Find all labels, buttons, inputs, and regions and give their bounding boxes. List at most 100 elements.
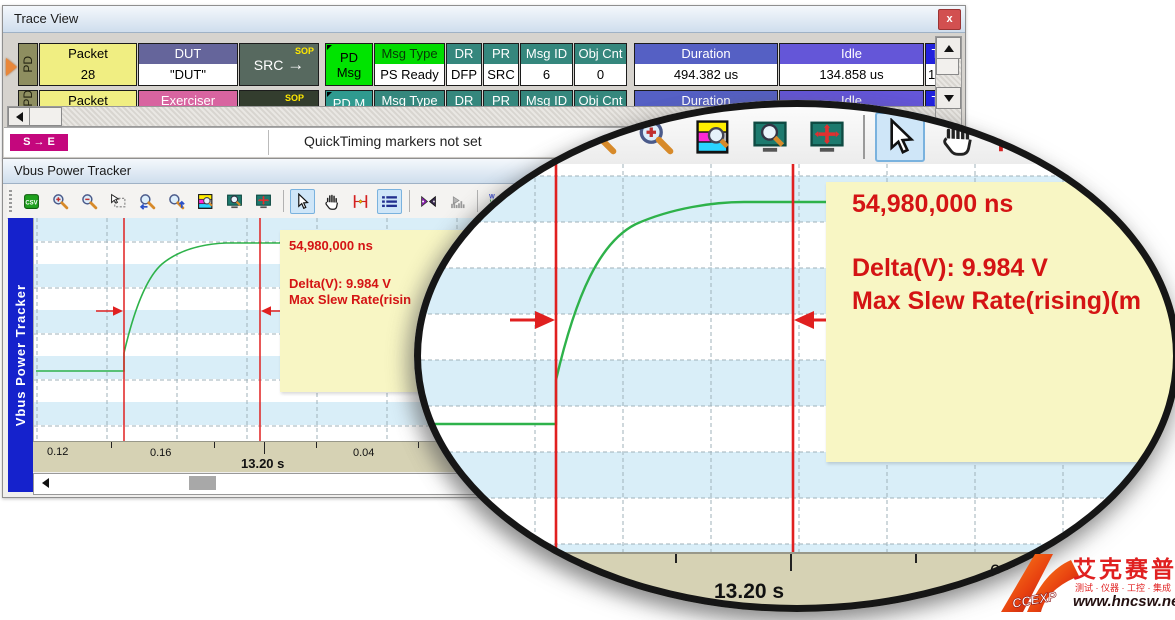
screenshot-canvas: Trace View x PD Packet28 DUT"DUT" SOP SR… [0, 0, 1175, 620]
magnified-chart: 54,980,000 ns Delta(V): 9.984 V Max Slew… [414, 164, 1175, 552]
lane-cell: PD [18, 43, 38, 86]
role-arrow-icon: → [287, 55, 304, 74]
lane-label: PD [21, 56, 35, 73]
msg-id-column[interactable]: Msg ID6 [520, 43, 573, 86]
delta-v-value: Delta(V): 9.984 V [852, 254, 1048, 283]
scroll-thumb[interactable] [189, 476, 216, 490]
msg-type-column[interactable]: Msg TypePS Ready [374, 43, 445, 86]
packet-row-1[interactable]: PD Packet28 DUT"DUT" SOP SRC → PD Msg Ms… [18, 43, 947, 86]
idle-header: Idle [780, 44, 923, 64]
select-tool-button[interactable] [290, 189, 315, 214]
sop-role-cell[interactable]: SOP SRC → [239, 43, 319, 86]
x-tick-label: 0.16 [150, 447, 171, 459]
toolbar-separator [409, 190, 410, 212]
markers-tool-button[interactable] [348, 189, 373, 214]
zoom-window-button[interactable] [106, 189, 131, 214]
dr-header: DR [447, 44, 481, 64]
magnifier-lens: 54,980,000 ns Delta(V): 9.984 V Max Slew… [414, 100, 1175, 612]
dr-column[interactable]: DRDFP [446, 43, 482, 86]
pd-msg-cell[interactable]: PD Msg [325, 43, 373, 86]
left-arrow-icon [42, 478, 49, 488]
vendor-url[interactable]: www.hncsw.net [1073, 593, 1175, 610]
device-column[interactable]: DUT"DUT" [138, 43, 238, 86]
divider [268, 130, 269, 155]
msg-type-value: PS Ready [375, 64, 444, 85]
idle-column[interactable]: Idle134.858 us [779, 43, 924, 86]
close-button[interactable]: x [938, 9, 961, 30]
vendor-name: 艾克赛普 [1073, 550, 1175, 584]
scroll-up-button[interactable] [936, 37, 961, 59]
select-tool-button[interactable] [875, 112, 925, 162]
packet-number: 28 [40, 64, 136, 85]
fit-screen-button[interactable] [802, 112, 852, 162]
obj-cnt-value: 0 [575, 64, 626, 85]
pr-column[interactable]: PRSRC [483, 43, 519, 86]
pr-header: PR [484, 44, 518, 64]
toolbar-separator [283, 190, 284, 212]
toolbar-separator [863, 115, 865, 159]
color-settings-button[interactable] [193, 189, 218, 214]
obj-cnt-column[interactable]: Obj Cnt0 [574, 43, 627, 86]
toolbar-grip[interactable] [9, 190, 12, 212]
zoom-horizontal-button[interactable] [135, 189, 160, 214]
dr-value: DFP [447, 64, 481, 85]
scroll-thumb[interactable] [936, 58, 959, 75]
zoom-vertical-button[interactable] [164, 189, 189, 214]
pan-tool-button[interactable] [319, 189, 344, 214]
left-arrow-icon [16, 112, 23, 122]
msg-id-value: 6 [521, 64, 572, 85]
duration-column[interactable]: Duration494.382 us [634, 43, 778, 86]
device-header: DUT [139, 44, 237, 64]
scroll-thumb[interactable] [29, 107, 62, 126]
scroll-left-button[interactable] [8, 107, 30, 126]
accexp-logo-icon: CCEXP [995, 548, 1081, 618]
idle-value: 134.858 us [780, 64, 923, 85]
toolbar-separator [1107, 115, 1109, 159]
cursor-delta-time: 54,980,000 ns [289, 238, 373, 253]
packet-column[interactable]: Packet [39, 90, 137, 107]
trace-view-titlebar[interactable]: Trace View x [3, 6, 965, 33]
packet-row-marker-icon [6, 58, 17, 76]
scroll-left-button[interactable] [36, 475, 54, 491]
zoom-out-button[interactable] [77, 189, 102, 214]
magnified-measurement-annotation: 54,980,000 ns Delta(V): 9.984 V Max Slew… [826, 182, 1175, 462]
role-label: SRC [254, 57, 284, 73]
fit-screen-button[interactable] [251, 189, 276, 214]
markers-tool-button[interactable] [989, 112, 1039, 162]
packet-column[interactable]: Packet28 [39, 43, 137, 86]
vbus-waveform-trace [414, 202, 828, 424]
zoom-in-button[interactable] [48, 189, 73, 214]
list-view-button[interactable] [377, 189, 402, 214]
x-tick-label: 16 [566, 564, 587, 586]
right-cursor-arrow-icon [261, 306, 271, 316]
zoom-out-button[interactable] [574, 112, 624, 162]
x-main-label: 13.20 s [714, 580, 784, 604]
screen-zoom-button[interactable] [222, 189, 247, 214]
msg-type-header: Msg Type [375, 44, 444, 64]
pd-msg-cell[interactable]: PD M [325, 90, 373, 107]
sop-role-cell[interactable]: SOP SNK [239, 90, 319, 107]
list-view-button[interactable] [1046, 112, 1096, 162]
sop-tag: SOP [295, 46, 314, 56]
color-settings-button[interactable] [688, 112, 738, 162]
vbus-title: Vbus Power Tracker [14, 163, 131, 178]
up-arrow-icon [944, 45, 954, 52]
packet-header: Packet [40, 44, 136, 64]
main-tick [790, 554, 792, 571]
slew-rate-value: Max Slew Rate(rising)(m [852, 287, 1141, 316]
x-tick-label: 0.12 [47, 446, 68, 458]
magnified-toolbar [414, 100, 1175, 166]
screen-zoom-button[interactable] [745, 112, 795, 162]
cursor-delta-time: 54,980,000 ns [852, 190, 1013, 219]
right-cursor-arrow-icon [794, 311, 814, 329]
vbus-sidebar[interactable]: Vbus Power Tracker [8, 218, 33, 492]
x-main-label: 13.20 s [241, 456, 284, 471]
pan-tool-button[interactable] [932, 112, 982, 162]
source-exerciser-badge[interactable]: S → E [10, 134, 68, 151]
export-csv-button[interactable] [19, 189, 44, 214]
device-value: "DUT" [139, 64, 237, 85]
lane-cell: PD [18, 90, 38, 107]
device-column[interactable]: Exerciser [138, 90, 238, 107]
left-cursor-arrow-icon [535, 311, 555, 329]
zoom-in-button[interactable] [631, 112, 681, 162]
